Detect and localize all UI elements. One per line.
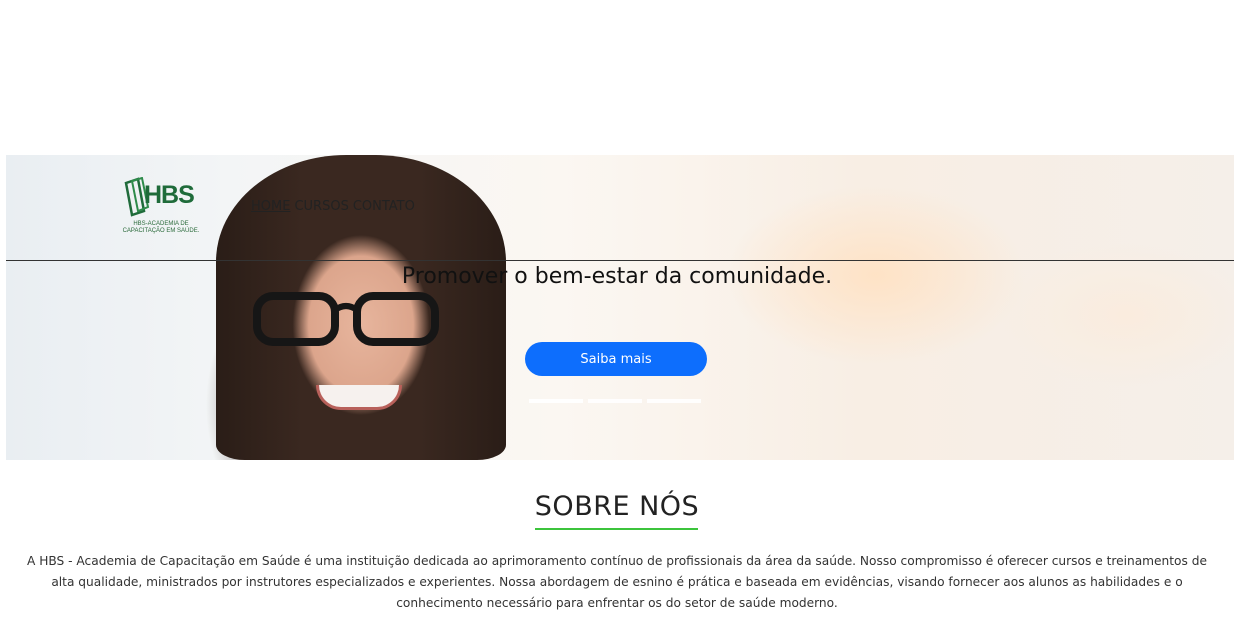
carousel-indicator-1[interactable] bbox=[529, 399, 583, 403]
nav-item-home[interactable]: HOME bbox=[251, 199, 290, 214]
header-divider bbox=[6, 260, 1234, 261]
hero-image-glasses bbox=[253, 292, 439, 346]
carousel-indicator-3[interactable] bbox=[647, 399, 701, 403]
logo-subtitle: HBS-ACADEMIA DE CAPACITAÇÃO EM SAÚDE. bbox=[122, 221, 200, 234]
about-title-underline bbox=[535, 528, 698, 530]
hero-image-smile bbox=[316, 385, 402, 410]
about-title: SOBRE NÓS bbox=[534, 491, 700, 522]
logo-brand-text: HBS bbox=[144, 181, 195, 209]
site-logo[interactable]: HBS HBS-ACADEMIA DE CAPACITAÇÃO EM SAÚDE… bbox=[116, 177, 206, 239]
nav-item-cursos[interactable]: CURSOS bbox=[294, 199, 348, 214]
main-nav: HOME CURSOS CONTATO bbox=[251, 199, 415, 214]
carousel-indicator-2[interactable] bbox=[588, 399, 642, 403]
carousel-indicators bbox=[529, 399, 701, 403]
saiba-mais-button[interactable]: Saiba mais bbox=[525, 342, 707, 376]
hero-headline: Promover o bem-estar da comunidade. bbox=[401, 264, 833, 289]
about-text: A HBS - Academia de Capacitação em Saúde… bbox=[27, 554, 1207, 610]
nav-item-contato[interactable]: CONTATO bbox=[353, 199, 415, 214]
